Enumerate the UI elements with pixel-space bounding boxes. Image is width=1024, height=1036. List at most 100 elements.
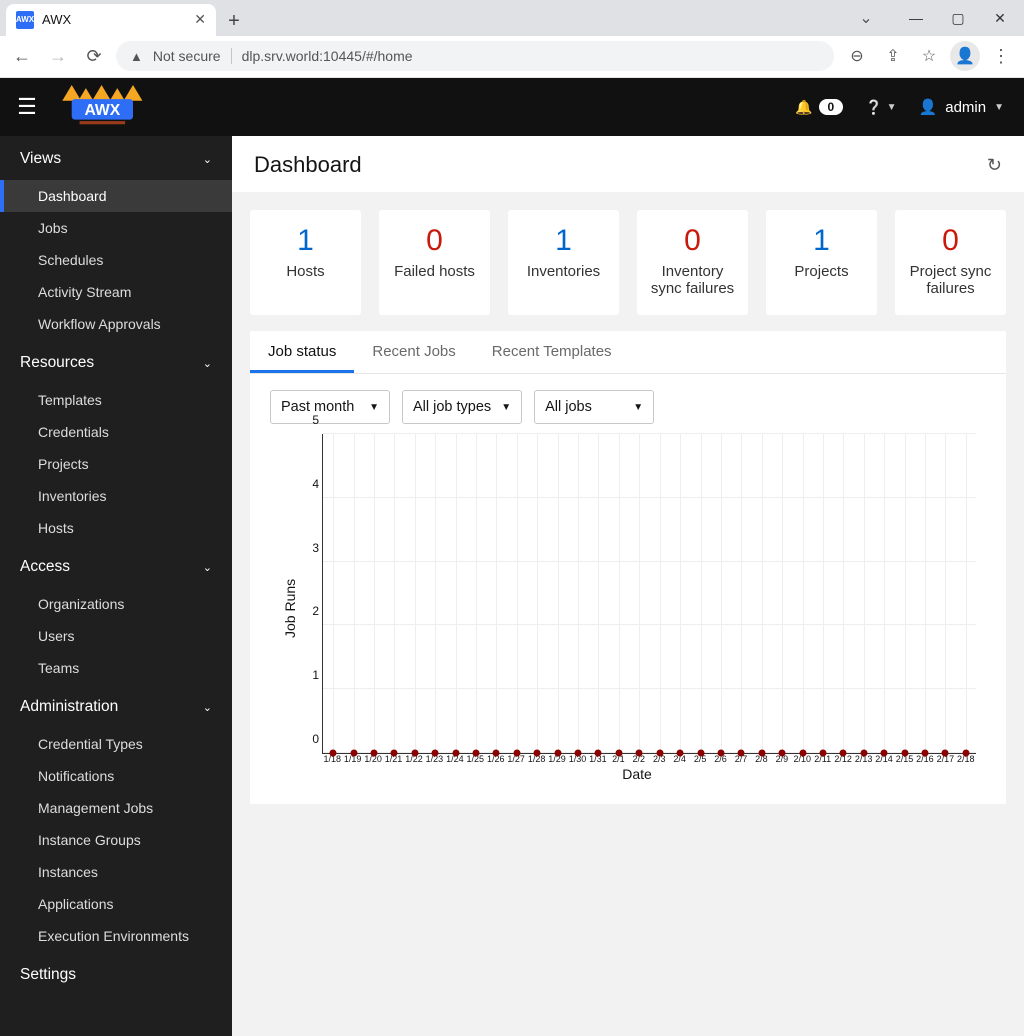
card-label: Failed hosts [389, 263, 480, 280]
summary-card-inventories[interactable]: 1Inventories [508, 210, 619, 315]
chart-point [636, 750, 643, 757]
summary-card-failed-hosts[interactable]: 0 Failed hosts [379, 210, 490, 315]
filter-label: All job types [413, 399, 491, 415]
sidebar-section-views[interactable]: Views⌄ [0, 136, 232, 180]
new-tab-button[interactable]: + [220, 8, 248, 36]
sidebar-section-resources[interactable]: Resources⌄ [0, 340, 232, 384]
card-value: 0 [905, 224, 996, 257]
chart-point [860, 750, 867, 757]
kebab-menu-icon[interactable]: ⋮ [986, 41, 1016, 71]
sidebar-section-access[interactable]: Access ⌄ [0, 544, 232, 588]
help-menu[interactable]: ❔ ▼ [865, 99, 896, 116]
chart: Job Runs 012345 1/181/191/201/211/221/23… [250, 430, 1006, 804]
sidebar-item-schedules[interactable]: Schedules [0, 244, 232, 276]
sidebar-item-management-jobs[interactable]: Management Jobs [0, 792, 232, 824]
sidebar-item-credentials[interactable]: Credentials [0, 416, 232, 448]
chart-point [962, 750, 969, 757]
sidebar-item-instances[interactable]: Instances [0, 856, 232, 888]
address-bar[interactable]: ▲ Not secure dlp.srv.world:10445/#/home [116, 41, 834, 71]
sidebar-item-notifications[interactable]: Notifications [0, 760, 232, 792]
chevron-down-icon: ▼ [887, 102, 897, 113]
sidebar-section-label: Access [20, 558, 70, 576]
sidebar: Views⌄DashboardJobsSchedulesActivity Str… [0, 136, 232, 1036]
chart-point [799, 750, 806, 757]
sidebar-item-activity-stream[interactable]: Activity Stream [0, 276, 232, 308]
hamburger-icon[interactable]: ☰ [10, 94, 44, 120]
chart-point [411, 750, 418, 757]
browser-chrome: AWX AWX ✕ + ⌄ — ▢ ✕ ← → ⟳ ▲ Not secure d… [0, 0, 1024, 78]
filter-label: All jobs [545, 399, 592, 415]
chart-point [881, 750, 888, 757]
card-label: Inventory sync failures [647, 263, 738, 297]
sidebar-item-inventories[interactable]: Inventories [0, 480, 232, 512]
chevron-down-icon[interactable]: ⌄ [846, 4, 886, 32]
chart-point [493, 750, 500, 757]
chart-point [575, 750, 582, 757]
sidebar-item-instance-groups[interactable]: Instance Groups [0, 824, 232, 856]
svg-text:AWX: AWX [84, 102, 120, 119]
security-label: Not secure [153, 48, 221, 64]
minimize-button[interactable]: — [896, 4, 936, 32]
sidebar-section-administration[interactable]: Administration⌄ [0, 684, 232, 728]
sidebar-item-projects[interactable]: Projects [0, 448, 232, 480]
chart-point [595, 750, 602, 757]
chart-point [615, 750, 622, 757]
browser-tab[interactable]: AWX AWX ✕ [6, 4, 216, 36]
sidebar-item-users[interactable]: Users [0, 620, 232, 652]
window-controls: ⌄ — ▢ ✕ [846, 4, 1020, 32]
share-icon[interactable]: ⇪ [878, 41, 908, 71]
notifications-button[interactable]: 🔔 0 [795, 99, 843, 116]
zoom-icon[interactable]: ⊖ [842, 41, 872, 71]
back-button[interactable]: ← [8, 42, 36, 70]
tab-recent-jobs[interactable]: Recent Jobs [354, 331, 473, 373]
awx-logo[interactable]: AWX [56, 84, 150, 130]
filter-past-month[interactable]: Past month▼ [270, 390, 390, 424]
close-window-button[interactable]: ✕ [980, 4, 1020, 32]
reload-button[interactable]: ⟳ [80, 42, 108, 70]
sidebar-item-applications[interactable]: Applications [0, 888, 232, 920]
chart-point [534, 750, 541, 757]
chart-y-tick: 5 [301, 413, 319, 427]
summary-card-inventory-sync-failures[interactable]: 0Inventory sync failures [637, 210, 748, 315]
tab-recent-templates[interactable]: Recent Templates [474, 331, 630, 373]
close-icon[interactable]: ✕ [194, 11, 206, 28]
separator [231, 48, 232, 64]
sidebar-section-settings[interactable]: Settings [0, 952, 232, 996]
chevron-down-icon: ⌄ [203, 561, 212, 574]
chart-point [677, 750, 684, 757]
user-menu[interactable]: 👤 admin ▼ [919, 98, 1004, 116]
favicon-icon: AWX [16, 11, 34, 29]
sidebar-item-organizations[interactable]: Organizations [0, 588, 232, 620]
chart-point [942, 750, 949, 757]
sidebar-item-workflow-approvals[interactable]: Workflow Approvals [0, 308, 232, 340]
profile-avatar-icon[interactable]: 👤 [950, 41, 980, 71]
sidebar-item-dashboard[interactable]: Dashboard [0, 180, 232, 212]
bookmark-icon[interactable]: ☆ [914, 41, 944, 71]
sidebar-item-templates[interactable]: Templates [0, 384, 232, 416]
chart-point [513, 750, 520, 757]
chevron-down-icon: ▼ [994, 102, 1004, 113]
user-icon: 👤 [919, 98, 938, 116]
summary-card-projects[interactable]: 1Projects [766, 210, 877, 315]
sidebar-item-execution-environments[interactable]: Execution Environments [0, 920, 232, 952]
forward-button[interactable]: → [44, 42, 72, 70]
sidebar-item-hosts[interactable]: Hosts [0, 512, 232, 544]
card-value: 0 [389, 224, 480, 257]
tab-job-status[interactable]: Job status [250, 331, 354, 373]
sidebar-item-jobs[interactable]: Jobs [0, 212, 232, 244]
sidebar-item-teams[interactable]: Teams [0, 652, 232, 684]
chart-x-ticks: 1/181/191/201/211/221/231/241/251/261/27… [322, 754, 976, 764]
chart-y-tick: 1 [301, 668, 319, 682]
card-label: Hosts [260, 263, 351, 280]
maximize-button[interactable]: ▢ [938, 4, 978, 32]
chart-y-tick: 4 [301, 477, 319, 491]
url-text: dlp.srv.world:10445/#/home [242, 48, 413, 64]
username-label: admin [945, 99, 986, 116]
sidebar-item-credential-types[interactable]: Credential Types [0, 728, 232, 760]
chart-point [840, 750, 847, 757]
filter-all-jobs[interactable]: All jobs▼ [534, 390, 654, 424]
history-icon[interactable]: ↻ [987, 155, 1002, 176]
summary-card-project-sync-failures[interactable]: 0Project sync failures [895, 210, 1006, 315]
summary-card-hosts[interactable]: 1Hosts [250, 210, 361, 315]
filter-all-job-types[interactable]: All job types▼ [402, 390, 522, 424]
